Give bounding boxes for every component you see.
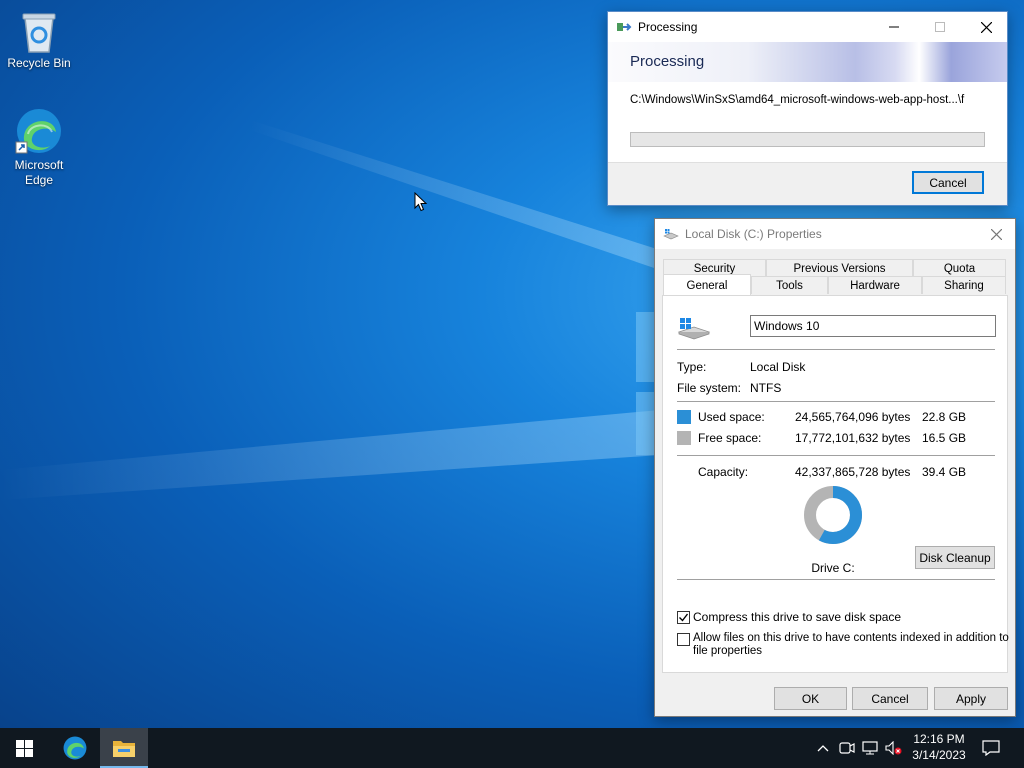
edge-label: Microsoft Edge bbox=[14, 158, 64, 187]
separator bbox=[677, 401, 995, 402]
separator bbox=[677, 349, 995, 350]
mouse-pointer-icon bbox=[414, 192, 428, 212]
desktop-icon-recycle-bin[interactable]: Recycle Bin bbox=[1, 8, 77, 71]
disk-usage-donut bbox=[804, 486, 862, 544]
file-explorer-icon bbox=[113, 741, 135, 757]
index-label-line1: Allow files on this drive to have conten… bbox=[693, 632, 1009, 644]
start-button[interactable] bbox=[0, 728, 48, 768]
compress-label[interactable]: Compress this drive to save disk space bbox=[693, 610, 901, 624]
processing-progress-bar bbox=[630, 132, 985, 147]
processing-footer: Cancel bbox=[608, 162, 1007, 205]
show-hidden-icons-button[interactable] bbox=[813, 738, 833, 758]
free-space-swatch bbox=[677, 431, 691, 445]
capacity-gb: 39.4 GB bbox=[922, 465, 967, 479]
tab-sharing[interactable]: Sharing bbox=[922, 276, 1006, 294]
tab-previous-versions[interactable]: Previous Versions bbox=[766, 259, 913, 277]
drive-label: Drive C: bbox=[811, 561, 855, 575]
maximize-button[interactable] bbox=[917, 12, 963, 42]
windows-start-icon bbox=[15, 739, 33, 757]
taskbar-edge-button[interactable] bbox=[51, 728, 99, 768]
checkmark-icon bbox=[679, 613, 689, 622]
index-label[interactable]: Allow files on this drive to have conten… bbox=[693, 632, 1009, 658]
properties-title: Local Disk (C:) Properties bbox=[685, 227, 822, 241]
processing-body: C:\Windows\WinSxS\amd64_microsoft-window… bbox=[608, 82, 1007, 162]
network-icon bbox=[862, 741, 878, 755]
tab-general[interactable]: General bbox=[663, 274, 751, 296]
desktop-icon-microsoft-edge[interactable]: Microsoft Edge bbox=[1, 106, 77, 188]
processing-titlebar[interactable]: Processing bbox=[608, 12, 1007, 42]
minimize-button[interactable] bbox=[871, 12, 917, 42]
recycle-bin-icon bbox=[22, 13, 56, 53]
meet-now-icon bbox=[839, 742, 855, 754]
action-center-button[interactable] bbox=[981, 738, 1001, 758]
tab-hardware[interactable]: Hardware bbox=[828, 276, 922, 294]
processing-cancel-button[interactable]: Cancel bbox=[912, 171, 984, 194]
chevron-up-icon bbox=[817, 745, 829, 752]
tab-row-front: General Tools Hardware Sharing bbox=[663, 274, 1006, 296]
used-space-bytes: 24,565,764,096 bytes bbox=[795, 410, 911, 424]
volume-muted-icon bbox=[885, 741, 902, 755]
ok-button[interactable]: OK bbox=[774, 687, 847, 710]
tab-quota[interactable]: Quota bbox=[913, 259, 1006, 277]
cancel-button[interactable]: Cancel bbox=[852, 687, 928, 710]
copy-progress-icon bbox=[617, 23, 632, 31]
clock-date: 3/14/2023 bbox=[912, 748, 966, 762]
close-icon bbox=[980, 21, 992, 33]
general-tab-page: Windows 10 Type: Local Disk File system:… bbox=[662, 295, 1009, 673]
windows-drive-icon bbox=[677, 318, 711, 340]
used-space-swatch bbox=[677, 410, 691, 424]
banner-title: Processing bbox=[630, 53, 705, 70]
used-space-gb: 22.8 GB bbox=[922, 410, 967, 424]
clock[interactable]: 12:16 PM 3/14/2023 bbox=[905, 731, 973, 763]
processing-banner: Processing bbox=[608, 42, 1007, 82]
index-checkbox[interactable] bbox=[677, 633, 690, 646]
type-value: Local Disk bbox=[750, 360, 806, 374]
capacity-bytes: 42,337,865,728 bytes bbox=[795, 465, 911, 479]
properties-close-button[interactable] bbox=[977, 219, 1015, 249]
processing-path: C:\Windows\WinSxS\amd64_microsoft-window… bbox=[630, 94, 965, 106]
notification-icon bbox=[982, 740, 1000, 756]
close-icon bbox=[990, 228, 1002, 240]
tab-tools[interactable]: Tools bbox=[751, 276, 828, 294]
compress-checkbox[interactable] bbox=[677, 611, 690, 624]
volume-button[interactable] bbox=[884, 738, 904, 758]
processing-title: Processing bbox=[638, 20, 698, 34]
recycle-bin-label: Recycle Bin bbox=[7, 56, 71, 70]
index-label-line2: file properties bbox=[693, 645, 763, 657]
network-button[interactable] bbox=[861, 738, 881, 758]
separator bbox=[677, 455, 995, 456]
edge-icon bbox=[15, 109, 61, 154]
separator bbox=[677, 579, 995, 580]
processing-window[interactable]: Processing Processing C:\Windows\WinSxS\… bbox=[607, 11, 1008, 206]
clock-time: 12:16 PM bbox=[913, 732, 965, 746]
close-button[interactable] bbox=[963, 12, 1009, 42]
used-space-label: Used space: bbox=[698, 410, 765, 424]
file-system-value: NTFS bbox=[750, 381, 782, 395]
minimize-icon bbox=[889, 26, 899, 28]
edge-icon bbox=[63, 736, 87, 760]
free-space-label: Free space: bbox=[698, 431, 762, 445]
volume-name-input[interactable]: Windows 10 bbox=[750, 315, 996, 337]
drive-icon bbox=[663, 229, 679, 240]
meet-now-button[interactable] bbox=[837, 738, 857, 758]
maximize-icon bbox=[935, 22, 945, 32]
free-space-bytes: 17,772,101,632 bytes bbox=[795, 431, 911, 445]
properties-titlebar[interactable]: Local Disk (C:) Properties bbox=[655, 219, 1015, 249]
taskbar: 12:16 PM 3/14/2023 bbox=[0, 728, 1024, 768]
disk-properties-window[interactable]: Local Disk (C:) Properties Security Prev… bbox=[654, 218, 1016, 717]
taskbar-file-explorer-button[interactable] bbox=[100, 728, 148, 768]
type-label: Type: bbox=[677, 360, 707, 374]
disk-cleanup-button[interactable]: Disk Cleanup bbox=[915, 546, 995, 569]
apply-button[interactable]: Apply bbox=[934, 687, 1008, 710]
capacity-label: Capacity: bbox=[698, 465, 749, 479]
free-space-gb: 16.5 GB bbox=[922, 431, 967, 445]
file-system-label: File system: bbox=[677, 381, 742, 395]
